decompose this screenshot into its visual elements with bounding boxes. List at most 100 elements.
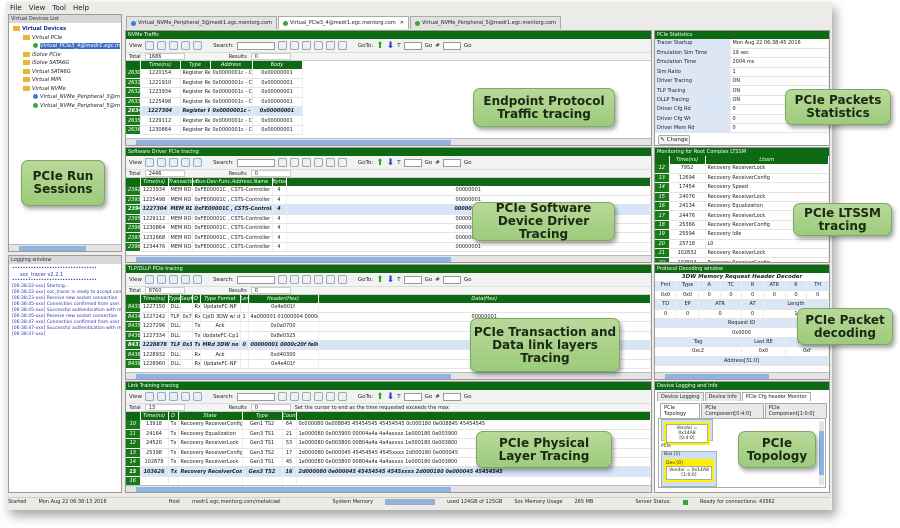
goto-index-input[interactable]: [442, 275, 461, 284]
search-icon[interactable]: [277, 392, 287, 401]
search-input[interactable]: [236, 158, 275, 167]
column-header[interactable]: Type Format: [200, 295, 241, 303]
column-header[interactable]: Seq#: [180, 295, 194, 303]
topology-subtab[interactable]: PCIe Component[1:0:0]: [764, 403, 827, 418]
tree-item[interactable]: Virtual_PCIe3_4@medr1.egc.m: [9, 42, 121, 51]
column-header[interactable]: Body: [252, 61, 303, 69]
zoom-in-icon[interactable]: [157, 41, 167, 50]
zoom-in-icon[interactable]: [157, 275, 167, 284]
prev-icon[interactable]: [301, 41, 311, 50]
table-row[interactable]: 15 24076 Recovery ReceiverLock: [655, 192, 829, 203]
pause-icon[interactable]: [145, 158, 155, 167]
go-index-button[interactable]: Go: [464, 43, 472, 49]
column-header[interactable]: Address: [210, 61, 253, 69]
column-header[interactable]: [296, 412, 651, 420]
column-header[interactable]: Data(Hex): [318, 295, 651, 303]
table-row[interactable]: 13 12694 Recovery ReceiverConfig: [655, 173, 829, 184]
goto-time-input[interactable]: [403, 392, 422, 401]
table-row[interactable]: 2398 1234476 MEM RD 0xFE00001C , CSTS-Contr…: [126, 242, 651, 253]
refresh-icon[interactable]: [181, 392, 191, 401]
undo-icon[interactable]: [193, 41, 203, 50]
tree-item[interactable]: Virtual PCIe: [9, 34, 121, 43]
close-tab-icon[interactable]: ✕: [400, 20, 404, 26]
table-row[interactable]: 22 103594 Recovery ReceiverConfig: [655, 257, 829, 262]
horizontal-scrollbar[interactable]: [126, 255, 651, 262]
tree-item[interactable]: iSolve PCIe: [9, 51, 121, 60]
go-index-button[interactable]: Go: [464, 394, 472, 400]
table-row[interactable]: 84331227150DLLP RxUpdateFC-NP 0x4e001f: [126, 303, 651, 313]
tree-scrollbar[interactable]: [9, 244, 121, 251]
arrow-up-icon[interactable]: ⬆: [376, 392, 384, 402]
device-tab[interactable]: Device Info: [704, 392, 741, 401]
column-header[interactable]: [286, 178, 651, 186]
refresh-icon[interactable]: [181, 275, 191, 284]
pause-icon[interactable]: [145, 392, 155, 401]
next-icon[interactable]: [313, 41, 323, 50]
arrow-down-icon[interactable]: ⬇: [387, 392, 395, 402]
next-icon[interactable]: [313, 158, 323, 167]
decode-scrollbar[interactable]: [655, 372, 829, 379]
next-icon[interactable]: [313, 392, 323, 401]
column-header[interactable]: Bus-Dev-Func.Address.Name: [192, 178, 273, 186]
go-time-button[interactable]: Go: [425, 160, 433, 166]
goto-time-input[interactable]: [403, 275, 422, 284]
tree-item[interactable]: Virtual Devices: [9, 25, 121, 34]
search-icon[interactable]: [277, 41, 287, 50]
horizontal-scrollbar[interactable]: [126, 372, 651, 379]
table-row[interactable]: 20 25718 L0: [655, 239, 829, 250]
stop-icon[interactable]: [325, 158, 335, 167]
goto-time-input[interactable]: [403, 158, 422, 167]
topology-bus-1[interactable]: Bus [1] Dev [0] Vendor = 0x14A8 [1:0:0]: [661, 451, 717, 487]
table-row[interactable]: 14 17454 Recovery Speed: [655, 182, 829, 193]
column-header[interactable]: Header(Hex): [248, 295, 319, 303]
arrow-up-icon[interactable]: ⬆: [376, 275, 384, 285]
table-row[interactable]: 2392 1223934 MEM RD 0xFE00001C , CSTS-Contr…: [126, 186, 651, 196]
clear-icon[interactable]: [289, 41, 299, 50]
horizontal-scrollbar[interactable]: [126, 138, 651, 145]
zoom-out-icon[interactable]: [169, 275, 179, 284]
table-row[interactable]: 26311221910Register Read0x0000001c - CST…: [126, 78, 651, 89]
zoom-out-icon[interactable]: [169, 158, 179, 167]
table-row[interactable]: 26301220154Register Read0x0000001c - CST…: [126, 69, 651, 79]
session-tab[interactable]: Virtual_NVMe_Peripheral_3@medr1.egc.ment…: [126, 16, 277, 29]
horizontal-scrollbar[interactable]: [126, 485, 651, 492]
clear-icon[interactable]: [289, 158, 299, 167]
column-header[interactable]: Time(ns): [140, 412, 169, 420]
clear-icon[interactable]: [289, 392, 299, 401]
export-icon[interactable]: [337, 392, 347, 401]
undo-icon[interactable]: [193, 275, 203, 284]
search-input[interactable]: [236, 392, 275, 401]
column-header[interactable]: Type: [242, 412, 283, 420]
prev-icon[interactable]: [301, 392, 311, 401]
clear-icon[interactable]: [289, 275, 299, 284]
tree-item[interactable]: Virtual_NVMe_Peripheral_5@m: [9, 102, 121, 111]
pause-icon[interactable]: [145, 275, 155, 284]
column-header[interactable]: Type: [180, 61, 211, 69]
arrow-down-icon[interactable]: ⬇: [387, 41, 395, 51]
change-button[interactable]: ✎ Change: [658, 135, 690, 145]
go-index-button[interactable]: Go: [464, 160, 472, 166]
device-tree[interactable]: Virtual Devices Virtual PCIe Virtual_PCIe3…: [9, 23, 121, 110]
column-header[interactable]: Time(ns): [140, 295, 169, 303]
arrow-up-icon[interactable]: ⬆: [376, 41, 384, 51]
go-time-button[interactable]: Go: [425, 394, 433, 400]
tree-item[interactable]: Virtual NVMe: [9, 85, 121, 94]
table-row[interactable]: 21 102832 Recovery ReceiverLock: [655, 248, 829, 259]
zoom-out-icon[interactable]: [169, 392, 179, 401]
menu-view[interactable]: View: [29, 4, 46, 14]
arrow-down-icon[interactable]: ⬇: [387, 158, 395, 168]
device-tab[interactable]: PCIe Cfg header Monitor: [741, 392, 811, 401]
stop-icon[interactable]: [325, 41, 335, 50]
session-tab[interactable]: Virtual_NVMe_Peripheral_5@medr1.egc.ment…: [409, 16, 561, 29]
search-input[interactable]: [236, 41, 275, 50]
zoom-out-icon[interactable]: [169, 41, 179, 50]
pause-icon[interactable]: [145, 41, 155, 50]
go-time-button[interactable]: Go: [425, 277, 433, 283]
search-input[interactable]: [236, 275, 275, 284]
column-header[interactable]: D: [192, 295, 201, 303]
topology-node-0-4-0[interactable]: Vendor = 0x14A8 [0:4:0]: [661, 419, 713, 445]
export-icon[interactable]: [337, 41, 347, 50]
arrow-up-icon[interactable]: ⬆: [376, 158, 384, 168]
menu-help[interactable]: Help: [73, 4, 89, 14]
go-time-button[interactable]: Go: [425, 43, 433, 49]
